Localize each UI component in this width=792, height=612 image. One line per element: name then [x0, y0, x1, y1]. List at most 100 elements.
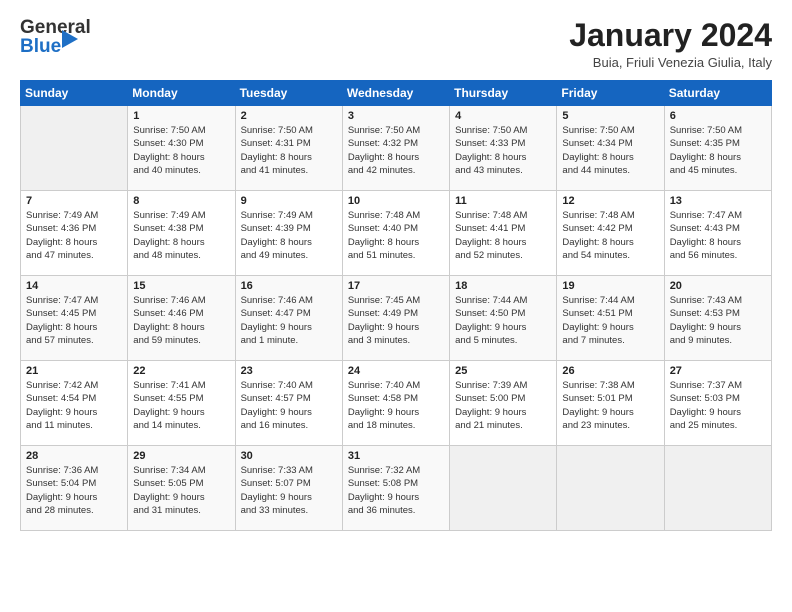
- day-cell: 29 Sunrise: 7:34 AM Sunset: 5:05 PM Dayli…: [128, 446, 235, 531]
- day-cell: 4 Sunrise: 7:50 AM Sunset: 4:33 PM Daylig…: [450, 106, 557, 191]
- day-info: Sunrise: 7:41 AM Sunset: 4:55 PM Dayligh…: [133, 379, 229, 432]
- logo-line2: Blue: [20, 37, 61, 56]
- day-number: 9: [241, 195, 337, 207]
- day-number: 14: [26, 280, 122, 292]
- week-row-1: 1Sunrise: 7:50 AM Sunset: 4:30 PM Daylig…: [21, 106, 772, 191]
- day-cell: [664, 446, 771, 531]
- day-cell: 27 Sunrise: 7:37 AM Sunset: 5:03 PM Dayli…: [664, 361, 771, 446]
- col-header-saturday: Saturday: [664, 81, 771, 106]
- day-info: Sunrise: 7:50 AM Sunset: 4:35 PM Dayligh…: [670, 124, 766, 177]
- day-info: Sunrise: 7:43 AM Sunset: 4:53 PM Dayligh…: [670, 294, 766, 347]
- week-row-2: 7 Sunrise: 7:49 AM Sunset: 4:36 PM Daylig…: [21, 191, 772, 276]
- day-number: 30: [241, 450, 337, 462]
- day-info: Sunrise: 7:50 AM Sunset: 4:34 PM Dayligh…: [562, 124, 658, 177]
- day-cell: 2Sunrise: 7:50 AM Sunset: 4:31 PM Daylig…: [235, 106, 342, 191]
- day-info: Sunrise: 7:50 AM Sunset: 4:32 PM Dayligh…: [348, 124, 444, 177]
- day-number: 31: [348, 450, 444, 462]
- header: General Blue January 2024 Buia, Friuli V…: [20, 18, 772, 70]
- day-number: 23: [241, 365, 337, 377]
- day-cell: 21 Sunrise: 7:42 AM Sunset: 4:54 PM Dayli…: [21, 361, 128, 446]
- day-number: 1: [133, 110, 229, 122]
- col-header-thursday: Thursday: [450, 81, 557, 106]
- day-info: Sunrise: 7:46 AM Sunset: 4:47 PM Dayligh…: [241, 294, 337, 347]
- day-cell: 30 Sunrise: 7:33 AM Sunset: 5:07 PM Dayli…: [235, 446, 342, 531]
- week-row-5: 28Sunrise: 7:36 AM Sunset: 5:04 PM Dayli…: [21, 446, 772, 531]
- day-info: Sunrise: 7:34 AM Sunset: 5:05 PM Dayligh…: [133, 464, 229, 517]
- day-number: 8: [133, 195, 229, 207]
- day-cell: 3 Sunrise: 7:50 AM Sunset: 4:32 PM Daylig…: [342, 106, 449, 191]
- day-number: 15: [133, 280, 229, 292]
- day-number: 26: [562, 365, 658, 377]
- day-number: 11: [455, 195, 551, 207]
- day-cell: 16 Sunrise: 7:46 AM Sunset: 4:47 PM Dayli…: [235, 276, 342, 361]
- logo-line1: General: [20, 18, 91, 37]
- day-number: 18: [455, 280, 551, 292]
- day-cell: 25 Sunrise: 7:39 AM Sunset: 5:00 PM Dayli…: [450, 361, 557, 446]
- day-cell: 11 Sunrise: 7:48 AM Sunset: 4:41 PM Dayli…: [450, 191, 557, 276]
- logo-arrow-icon: [62, 30, 78, 48]
- day-number: 28: [26, 450, 122, 462]
- day-number: 7: [26, 195, 122, 207]
- day-info: Sunrise: 7:47 AM Sunset: 4:43 PM Dayligh…: [670, 209, 766, 262]
- day-cell: 28Sunrise: 7:36 AM Sunset: 5:04 PM Dayli…: [21, 446, 128, 531]
- day-info: Sunrise: 7:37 AM Sunset: 5:03 PM Dayligh…: [670, 379, 766, 432]
- day-info: Sunrise: 7:48 AM Sunset: 4:41 PM Dayligh…: [455, 209, 551, 262]
- title-block: January 2024 Buia, Friuli Venezia Giulia…: [569, 18, 772, 70]
- page: General Blue January 2024 Buia, Friuli V…: [0, 0, 792, 612]
- day-cell: 15 Sunrise: 7:46 AM Sunset: 4:46 PM Dayli…: [128, 276, 235, 361]
- day-number: 19: [562, 280, 658, 292]
- week-row-3: 14Sunrise: 7:47 AM Sunset: 4:45 PM Dayli…: [21, 276, 772, 361]
- day-info: Sunrise: 7:42 AM Sunset: 4:54 PM Dayligh…: [26, 379, 122, 432]
- location: Buia, Friuli Venezia Giulia, Italy: [569, 55, 772, 70]
- day-number: 12: [562, 195, 658, 207]
- day-info: Sunrise: 7:39 AM Sunset: 5:00 PM Dayligh…: [455, 379, 551, 432]
- day-info: Sunrise: 7:48 AM Sunset: 4:40 PM Dayligh…: [348, 209, 444, 262]
- day-number: 16: [241, 280, 337, 292]
- day-cell: 12Sunrise: 7:48 AM Sunset: 4:42 PM Dayli…: [557, 191, 664, 276]
- day-number: 21: [26, 365, 122, 377]
- col-header-friday: Friday: [557, 81, 664, 106]
- day-number: 4: [455, 110, 551, 122]
- day-cell: 20 Sunrise: 7:43 AM Sunset: 4:53 PM Dayli…: [664, 276, 771, 361]
- day-cell: 13 Sunrise: 7:47 AM Sunset: 4:43 PM Dayli…: [664, 191, 771, 276]
- day-info: Sunrise: 7:44 AM Sunset: 4:50 PM Dayligh…: [455, 294, 551, 347]
- day-cell: 14Sunrise: 7:47 AM Sunset: 4:45 PM Dayli…: [21, 276, 128, 361]
- day-cell: 26Sunrise: 7:38 AM Sunset: 5:01 PM Dayli…: [557, 361, 664, 446]
- day-cell: 8Sunrise: 7:49 AM Sunset: 4:38 PM Daylig…: [128, 191, 235, 276]
- day-info: Sunrise: 7:49 AM Sunset: 4:36 PM Dayligh…: [26, 209, 122, 262]
- col-header-tuesday: Tuesday: [235, 81, 342, 106]
- day-info: Sunrise: 7:40 AM Sunset: 4:57 PM Dayligh…: [241, 379, 337, 432]
- day-number: 29: [133, 450, 229, 462]
- day-cell: 9Sunrise: 7:49 AM Sunset: 4:39 PM Daylig…: [235, 191, 342, 276]
- week-row-4: 21 Sunrise: 7:42 AM Sunset: 4:54 PM Dayli…: [21, 361, 772, 446]
- day-number: 24: [348, 365, 444, 377]
- day-cell: 24 Sunrise: 7:40 AM Sunset: 4:58 PM Dayli…: [342, 361, 449, 446]
- col-header-wednesday: Wednesday: [342, 81, 449, 106]
- day-cell: 22Sunrise: 7:41 AM Sunset: 4:55 PM Dayli…: [128, 361, 235, 446]
- day-number: 27: [670, 365, 766, 377]
- day-cell: [557, 446, 664, 531]
- day-number: 17: [348, 280, 444, 292]
- day-number: 10: [348, 195, 444, 207]
- day-cell: 1Sunrise: 7:50 AM Sunset: 4:30 PM Daylig…: [128, 106, 235, 191]
- day-info: Sunrise: 7:44 AM Sunset: 4:51 PM Dayligh…: [562, 294, 658, 347]
- col-header-sunday: Sunday: [21, 81, 128, 106]
- day-info: Sunrise: 7:40 AM Sunset: 4:58 PM Dayligh…: [348, 379, 444, 432]
- day-cell: 17 Sunrise: 7:45 AM Sunset: 4:49 PM Dayli…: [342, 276, 449, 361]
- day-number: 20: [670, 280, 766, 292]
- day-number: 3: [348, 110, 444, 122]
- day-cell: 5Sunrise: 7:50 AM Sunset: 4:34 PM Daylig…: [557, 106, 664, 191]
- month-title: January 2024: [569, 18, 772, 53]
- calendar-table: SundayMondayTuesdayWednesdayThursdayFrid…: [20, 80, 772, 531]
- day-number: 13: [670, 195, 766, 207]
- day-cell: 19 Sunrise: 7:44 AM Sunset: 4:51 PM Dayli…: [557, 276, 664, 361]
- day-number: 25: [455, 365, 551, 377]
- day-info: Sunrise: 7:46 AM Sunset: 4:46 PM Dayligh…: [133, 294, 229, 347]
- day-cell: 6 Sunrise: 7:50 AM Sunset: 4:35 PM Daylig…: [664, 106, 771, 191]
- logo-wordmark: General Blue: [20, 18, 91, 56]
- day-info: Sunrise: 7:50 AM Sunset: 4:33 PM Dayligh…: [455, 124, 551, 177]
- day-number: 6: [670, 110, 766, 122]
- day-cell: [450, 446, 557, 531]
- day-info: Sunrise: 7:33 AM Sunset: 5:07 PM Dayligh…: [241, 464, 337, 517]
- day-info: Sunrise: 7:45 AM Sunset: 4:49 PM Dayligh…: [348, 294, 444, 347]
